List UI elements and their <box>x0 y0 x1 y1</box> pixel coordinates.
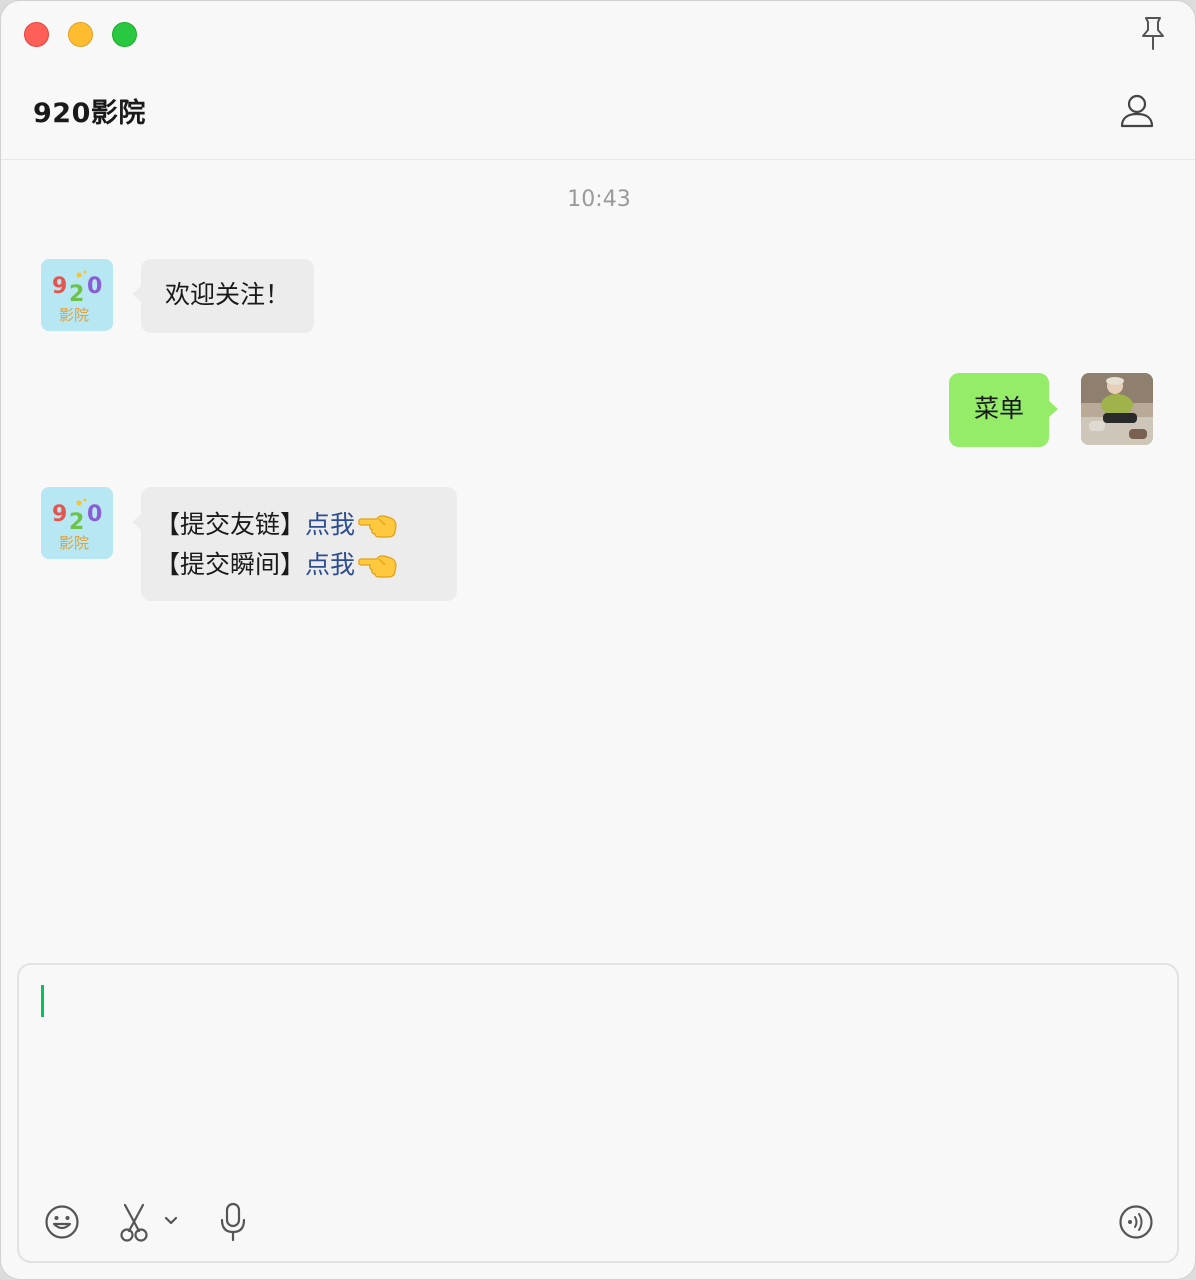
pointing-left-hand-icon <box>358 555 397 578</box>
outgoing-message-bubble[interactable]: 菜单 <box>949 373 1059 447</box>
message-text: 欢迎关注！ <box>165 280 291 309</box>
svg-text:影院: 影院 <box>59 534 89 552</box>
svg-text:9: 9 <box>52 274 67 299</box>
header-divider <box>1 159 1195 160</box>
message-text: 【提交友链】 <box>155 510 306 539</box>
user-photo <box>1081 373 1153 445</box>
voice-call-icon[interactable] <box>1117 1203 1155 1241</box>
close-window-button[interactable] <box>24 22 49 47</box>
chat-window: 920影院 10:43 9 2 0 影院 欢迎关注！ 菜单 9 2 0 影院 【… <box>0 0 1196 1280</box>
pin-icon[interactable] <box>1137 15 1169 51</box>
incoming-message-bubble[interactable]: 欢迎关注！ <box>131 259 315 333</box>
chevron-down-icon[interactable] <box>163 1215 179 1227</box>
minimize-window-button[interactable] <box>68 22 93 47</box>
my-avatar[interactable] <box>1081 373 1153 445</box>
svg-text:2: 2 <box>69 282 84 307</box>
svg-text:9: 9 <box>52 502 67 527</box>
incoming-message-bubble[interactable]: 【提交友链】点我 【提交瞬间】点我 <box>132 487 457 601</box>
message-link[interactable]: 点我 <box>305 510 355 539</box>
scissors-icon[interactable] <box>117 1201 151 1243</box>
account-logo-icon: 9 2 0 影院 <box>52 498 102 552</box>
svg-text:0: 0 <box>87 502 102 527</box>
official-account-avatar[interactable]: 9 2 0 影院 <box>41 259 113 331</box>
svg-text:2: 2 <box>69 510 84 535</box>
microphone-icon[interactable] <box>217 1201 249 1243</box>
message-timestamp: 10:43 <box>567 187 631 212</box>
text-cursor <box>41 985 44 1017</box>
message-line: 【提交瞬间】点我 <box>155 545 443 585</box>
message-text: 菜单 <box>974 394 1025 423</box>
emoji-icon[interactable] <box>43 1203 81 1241</box>
account-logo-icon: 9 2 0 影院 <box>52 270 102 324</box>
chat-title: 920影院 <box>33 98 146 129</box>
zoom-window-button[interactable] <box>112 22 137 47</box>
message-link[interactable]: 点我 <box>305 550 355 579</box>
message-text: 【提交瞬间】 <box>155 550 306 579</box>
svg-text:0: 0 <box>87 274 102 299</box>
message-composer[interactable] <box>17 963 1179 1263</box>
message-line: 【提交友链】点我 <box>155 505 443 545</box>
official-account-avatar[interactable]: 9 2 0 影院 <box>41 487 113 559</box>
svg-text:影院: 影院 <box>59 306 89 324</box>
profile-icon[interactable] <box>1118 93 1156 129</box>
pointing-left-hand-icon <box>358 515 397 538</box>
